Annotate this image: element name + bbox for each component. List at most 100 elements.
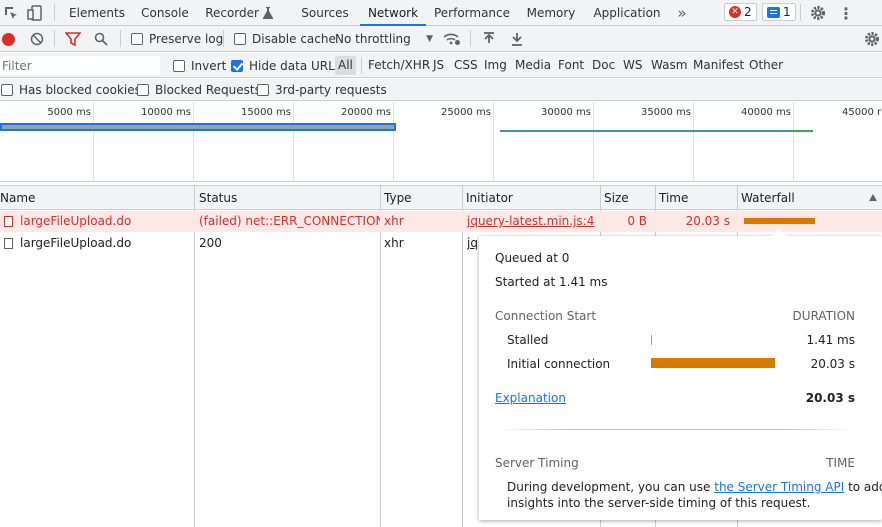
overview-gridline bbox=[93, 102, 94, 182]
settings-gear-icon[interactable] bbox=[807, 0, 829, 26]
tab-performance[interactable]: Performance bbox=[432, 0, 512, 26]
overview-tick-label: 40000 ms bbox=[741, 107, 791, 118]
blocked-filter-bar: Has blocked cookies Blocked Requests 3rd… bbox=[0, 79, 882, 101]
type-filter-all[interactable]: All bbox=[335, 56, 356, 75]
record-button[interactable] bbox=[2, 26, 15, 52]
type-filter-font[interactable]: Font bbox=[555, 56, 587, 75]
flask-icon bbox=[262, 2, 273, 28]
overview-selection-bar bbox=[0, 123, 396, 131]
overview-tick-label: 45000 r bbox=[842, 107, 882, 118]
preserve-log-label: Preserve log bbox=[149, 32, 224, 46]
overview-tick-label: 15000 ms bbox=[241, 107, 291, 118]
column-header-time[interactable]: Time bbox=[655, 186, 737, 210]
search-button[interactable] bbox=[94, 26, 108, 52]
has-blocked-cookies-checkbox[interactable]: Has blocked cookies bbox=[1, 77, 141, 103]
throttling-select[interactable]: No throttling ▼ bbox=[335, 26, 433, 52]
request-name-cell: largeFileUpload.do bbox=[0, 211, 194, 232]
more-options-icon[interactable]: ⋮ bbox=[836, 0, 856, 26]
overview-gridline bbox=[693, 102, 694, 182]
overview-tick-label: 25000 ms bbox=[441, 107, 491, 118]
queued-at-text: Queued at 0 bbox=[495, 251, 570, 265]
type-filter-doc[interactable]: Doc bbox=[589, 56, 618, 75]
column-header-name[interactable]: Name bbox=[0, 186, 189, 210]
type-filter-img[interactable]: Img bbox=[481, 56, 510, 75]
has-blocked-cookies-label: Has blocked cookies bbox=[19, 83, 141, 97]
type-filter-media[interactable]: Media bbox=[512, 56, 554, 75]
checkbox-box bbox=[173, 59, 185, 72]
column-header-waterfall[interactable]: Waterfall bbox=[737, 186, 867, 210]
request-name-cell: largeFileUpload.do bbox=[0, 233, 194, 254]
overview-tick-label: 20000 ms bbox=[341, 107, 391, 118]
tab-console[interactable]: Console bbox=[136, 0, 194, 26]
initial-connection-label: Initial connection bbox=[507, 357, 611, 371]
tab-application[interactable]: Application bbox=[590, 0, 664, 26]
total-duration: 20.03 s bbox=[805, 391, 855, 405]
overview-gridline bbox=[793, 102, 794, 182]
type-filter-fetch-xhr[interactable]: Fetch/XHR bbox=[365, 56, 433, 75]
invert-label: Invert bbox=[191, 58, 227, 73]
search-icon bbox=[94, 32, 108, 46]
tab-recorder[interactable]: Recorder bbox=[202, 0, 276, 26]
request-initiator-link[interactable]: jquery-latest.min.js:4 bbox=[463, 211, 600, 232]
network-conditions-button[interactable] bbox=[443, 26, 461, 52]
column-header-initiator[interactable]: Initiator bbox=[462, 186, 600, 210]
waterfall-bar[interactable] bbox=[744, 218, 815, 224]
server-timing-api-link[interactable]: the Server Timing API bbox=[714, 480, 844, 494]
overview-request-bar bbox=[500, 130, 794, 132]
message-icon bbox=[767, 6, 780, 18]
time-heading: TIME bbox=[826, 456, 855, 470]
invert-checkbox[interactable]: Invert bbox=[173, 53, 226, 78]
tab-recorder-label: Recorder bbox=[205, 6, 259, 20]
filter-funnel-icon bbox=[65, 32, 81, 46]
divider bbox=[223, 30, 224, 47]
request-name: largeFileUpload.do bbox=[20, 236, 132, 250]
type-filter-wasm[interactable]: Wasm bbox=[648, 56, 690, 75]
timeline-overview[interactable]: 5000 ms 10000 ms 15000 ms 20000 ms 25000… bbox=[0, 102, 882, 182]
export-har-button[interactable] bbox=[510, 26, 524, 52]
column-header-type[interactable]: Type bbox=[380, 186, 462, 210]
upload-icon bbox=[484, 32, 494, 43]
inspect-element-icon[interactable] bbox=[0, 0, 22, 26]
request-name: largeFileUpload.do bbox=[20, 214, 132, 228]
type-filter-manifest[interactable]: Manifest bbox=[690, 56, 747, 75]
tab-elements[interactable]: Elements bbox=[62, 0, 132, 26]
device-toolbar-icon[interactable] bbox=[24, 0, 46, 26]
type-filter-other[interactable]: Other bbox=[746, 56, 786, 75]
divider bbox=[470, 30, 471, 47]
tab-network[interactable]: Network bbox=[360, 0, 426, 26]
disable-cache-checkbox[interactable]: Disable cache bbox=[234, 26, 336, 52]
type-filter-ws[interactable]: WS bbox=[620, 56, 645, 75]
checkbox-box bbox=[234, 33, 246, 45]
request-type: xhr bbox=[384, 236, 404, 250]
overview-gridline bbox=[293, 102, 294, 182]
divider bbox=[800, 4, 801, 21]
third-party-requests-checkbox[interactable]: 3rd-party requests bbox=[257, 77, 387, 103]
preserve-log-checkbox[interactable]: Preserve log bbox=[131, 26, 223, 52]
column-header-size[interactable]: Size bbox=[600, 186, 654, 210]
server-timing-heading: Server Timing bbox=[495, 456, 579, 470]
errors-badge[interactable]: ✕ 2 bbox=[724, 3, 757, 21]
devtools-tab-bar: Elements Console Recorder Sources Networ… bbox=[0, 0, 882, 26]
hide-data-urls-label: Hide data URLs bbox=[249, 58, 342, 73]
tab-memory[interactable]: Memory bbox=[522, 0, 580, 26]
stalled-bar bbox=[651, 335, 652, 345]
filter-input[interactable] bbox=[0, 56, 160, 75]
tab-sources[interactable]: Sources bbox=[296, 0, 354, 26]
network-settings-button[interactable] bbox=[864, 26, 880, 52]
clear-button[interactable] bbox=[30, 26, 44, 52]
column-header-status[interactable]: Status bbox=[195, 186, 380, 210]
blocked-requests-checkbox[interactable]: Blocked Requests bbox=[137, 77, 261, 103]
more-tabs-chevron-icon[interactable]: » bbox=[672, 0, 692, 26]
filter-toggle-button[interactable] bbox=[65, 26, 81, 52]
type-filter-css[interactable]: CSS bbox=[451, 56, 481, 75]
request-status: 200 bbox=[199, 236, 222, 250]
hide-data-urls-checkbox[interactable]: Hide data URLs bbox=[231, 53, 341, 78]
sort-ascending-icon[interactable] bbox=[869, 194, 877, 201]
table-row[interactable]: largeFileUpload.do (failed) net::ERR_CON… bbox=[0, 211, 882, 232]
messages-badge[interactable]: 1 bbox=[762, 3, 796, 21]
import-har-button[interactable] bbox=[482, 26, 496, 52]
duration-heading: DURATION bbox=[792, 309, 855, 323]
divider bbox=[54, 30, 55, 47]
type-filter-js[interactable]: JS bbox=[430, 56, 447, 75]
explanation-link[interactable]: Explanation bbox=[495, 391, 566, 405]
